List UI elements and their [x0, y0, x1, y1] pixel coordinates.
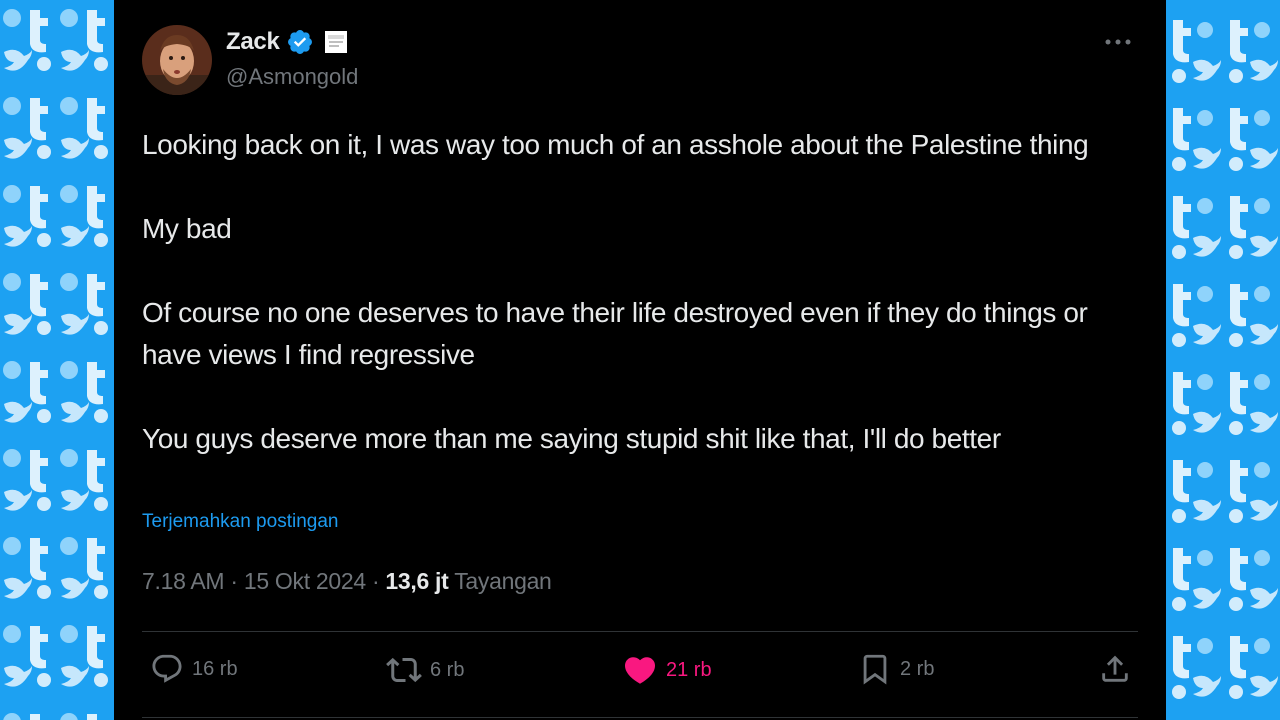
reply-icon: [152, 654, 182, 683]
heart-icon: [624, 657, 656, 684]
tweet-date[interactable]: 15 Okt 2024: [244, 568, 366, 594]
repost-count: 6 rb: [430, 658, 465, 681]
meta-separator: ·: [371, 568, 386, 594]
more-options-button[interactable]: [1100, 30, 1136, 54]
repost-icon: [386, 657, 422, 683]
tweet-meta: 7.18 AM · 15 Okt 2024 · 13,6 jt Tayangan: [142, 568, 552, 595]
reply-count: 16 rb: [192, 657, 238, 680]
bookmark-button[interactable]: 2 rb: [858, 652, 934, 686]
background-pattern-right: [1165, 0, 1280, 720]
verified-badge-icon: [286, 28, 314, 56]
tweet-paragraph: Looking back on it, I was way too much o…: [142, 129, 1089, 160]
views-count[interactable]: 13,6 jt: [385, 568, 448, 594]
bookmark-icon: [863, 654, 887, 685]
translate-post-link[interactable]: Terjemahkan postingan: [142, 511, 338, 533]
tweet-paragraph: Of course no one deserves to have their …: [142, 297, 1088, 370]
divider: [142, 717, 1138, 718]
author-name-row: Zack: [226, 28, 348, 56]
background-pattern-left: [0, 0, 114, 720]
meta-separator: ·: [230, 568, 244, 594]
reply-button[interactable]: 16 rb: [150, 652, 238, 686]
more-dots-icon: [1105, 39, 1131, 45]
tweet-card: Zack @Asmongold Looking back on it, I wa…: [114, 0, 1166, 720]
author-handle[interactable]: @Asmongold: [226, 64, 358, 90]
tweet-paragraph: You guys deserve more than me saying stu…: [142, 423, 1001, 454]
author-name[interactable]: Zack: [226, 28, 280, 56]
share-button[interactable]: [1098, 652, 1132, 686]
share-icon: [1102, 655, 1128, 682]
tweet-paragraph: My bad: [142, 213, 232, 244]
like-button[interactable]: 21 rb: [622, 652, 712, 688]
avatar[interactable]: [142, 25, 212, 95]
like-count: 21 rb: [666, 658, 712, 681]
repost-button[interactable]: 6 rb: [386, 652, 464, 688]
tweet-time[interactable]: 7.18 AM: [142, 568, 225, 594]
divider: [142, 631, 1138, 632]
views-label: Tayangan: [454, 568, 552, 594]
tweet-text: Looking back on it, I was way too much o…: [142, 124, 1142, 460]
action-bar: 16 rb 6 rb 21 rb 2 rb: [142, 652, 1138, 694]
bookmark-count: 2 rb: [900, 657, 935, 680]
affiliate-badge-icon[interactable]: [324, 30, 348, 54]
